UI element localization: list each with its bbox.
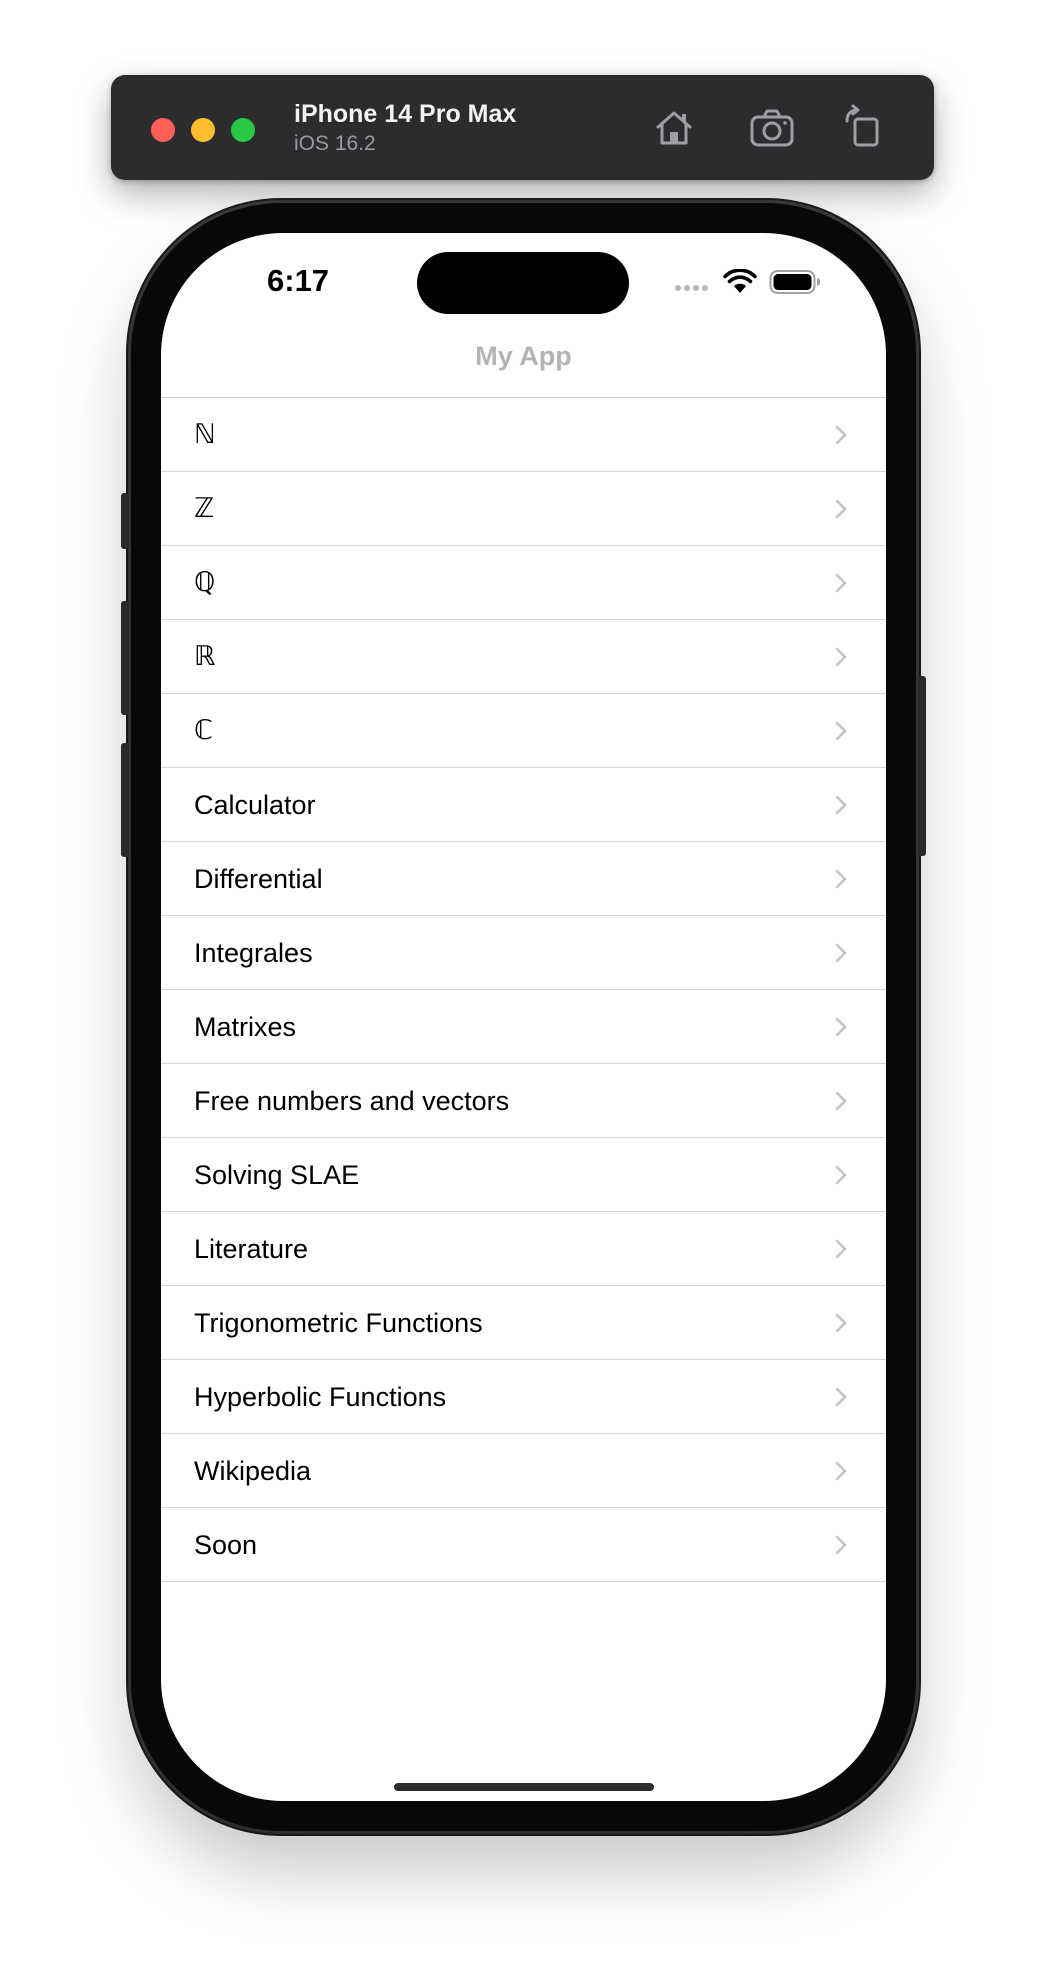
screenshot-button[interactable] — [747, 103, 797, 153]
chevron-right-icon — [835, 1387, 847, 1407]
screenshot-icon — [750, 109, 794, 147]
rotate-icon — [845, 104, 879, 147]
list-item[interactable]: Differential — [161, 842, 886, 916]
action-button — [121, 493, 129, 549]
list-item[interactable]: Matrixes — [161, 990, 886, 1064]
iphone-frame: 6:17 My App ℕ ℤ ℚ ℝ ℂ Calculator Differential I… — [121, 203, 926, 1831]
wifi-icon — [723, 269, 757, 293]
chevron-right-icon — [835, 1239, 847, 1259]
list-item-label: Free numbers and vectors — [194, 1086, 510, 1116]
home-icon — [656, 111, 692, 145]
chevron-right-icon — [835, 1165, 847, 1185]
list-item[interactable]: Hyperbolic Functions — [161, 1360, 886, 1434]
chevron-right-icon — [835, 499, 847, 519]
chevron-right-icon — [835, 1313, 847, 1333]
list-item-label: Matrixes — [194, 1012, 297, 1042]
status-time: 6:17 — [267, 263, 330, 298]
list-item-label: Integrales — [194, 938, 313, 968]
chevron-right-icon — [835, 943, 847, 963]
list-item[interactable]: Soon — [161, 1508, 886, 1582]
chevron-right-icon — [835, 1017, 847, 1037]
chevron-right-icon — [835, 425, 847, 445]
list-item-label: ℤ — [194, 493, 215, 524]
minimize-window-button[interactable] — [191, 118, 215, 142]
device-name: iPhone 14 Pro Max — [294, 100, 517, 128]
list-item-label: Hyperbolic Functions — [194, 1382, 447, 1412]
list-item-label: Trigonometric Functions — [194, 1308, 483, 1338]
battery-icon — [769, 270, 820, 294]
chevron-right-icon — [835, 1091, 847, 1111]
list-item-label: ℕ — [194, 419, 216, 450]
list-item[interactable]: Solving SLAE — [161, 1138, 886, 1212]
chevron-right-icon — [835, 1461, 847, 1481]
list-item-label: ℂ — [194, 715, 213, 746]
device-screen: 6:17 My App ℕ ℤ ℚ ℝ ℂ Calculator Differential I… — [161, 233, 886, 1801]
list-item-label: Solving SLAE — [194, 1160, 360, 1190]
page-title: My App — [475, 341, 572, 371]
list-item[interactable]: ℚ — [161, 546, 886, 620]
list-item-label: Calculator — [194, 790, 316, 820]
chevron-right-icon — [835, 869, 847, 889]
menu-list: ℕ ℤ ℚ ℝ ℂ Calculator Differential Integrales Mat… — [161, 398, 886, 1582]
zoom-window-button[interactable] — [231, 118, 255, 142]
rotate-button[interactable] — [839, 103, 889, 153]
simulator-window: iPhone 14 Pro Max iOS 16.2 6:17 My App ℕ… — [0, 0, 1046, 1984]
list-item[interactable]: ℂ — [161, 694, 886, 768]
list-item-label: Wikipedia — [194, 1456, 312, 1486]
chevron-right-icon — [835, 721, 847, 741]
dynamic-island — [417, 252, 629, 314]
chevron-right-icon — [835, 573, 847, 593]
power-button — [918, 676, 926, 856]
list-item[interactable]: ℤ — [161, 472, 886, 546]
os-version: iOS 16.2 — [294, 132, 376, 155]
chevron-right-icon — [835, 795, 847, 815]
list-item[interactable]: ℝ — [161, 620, 886, 694]
volume-up-button — [121, 601, 129, 715]
list-item[interactable]: ℕ — [161, 398, 886, 472]
list-item[interactable]: Wikipedia — [161, 1434, 886, 1508]
list-item-label: ℝ — [194, 641, 216, 672]
chevron-right-icon — [835, 1535, 847, 1555]
close-window-button[interactable] — [151, 118, 175, 142]
list-item[interactable]: Calculator — [161, 768, 886, 842]
chevron-right-icon — [835, 647, 847, 667]
list-item-label: Literature — [194, 1234, 309, 1264]
list-item[interactable]: Trigonometric Functions — [161, 1286, 886, 1360]
list-item-label: Soon — [194, 1530, 258, 1560]
cellular-signal-icon — [675, 285, 708, 291]
list-item[interactable]: Free numbers and vectors — [161, 1064, 886, 1138]
list-item-label: Differential — [194, 864, 323, 894]
list-item[interactable]: Literature — [161, 1212, 886, 1286]
volume-down-button — [121, 743, 129, 857]
simulator-toolbar: iPhone 14 Pro Max iOS 16.2 — [111, 75, 934, 180]
list-item[interactable]: Integrales — [161, 916, 886, 990]
list-item-label: ℚ — [194, 567, 216, 598]
home-button[interactable] — [649, 103, 699, 153]
home-indicator[interactable] — [394, 1783, 654, 1791]
